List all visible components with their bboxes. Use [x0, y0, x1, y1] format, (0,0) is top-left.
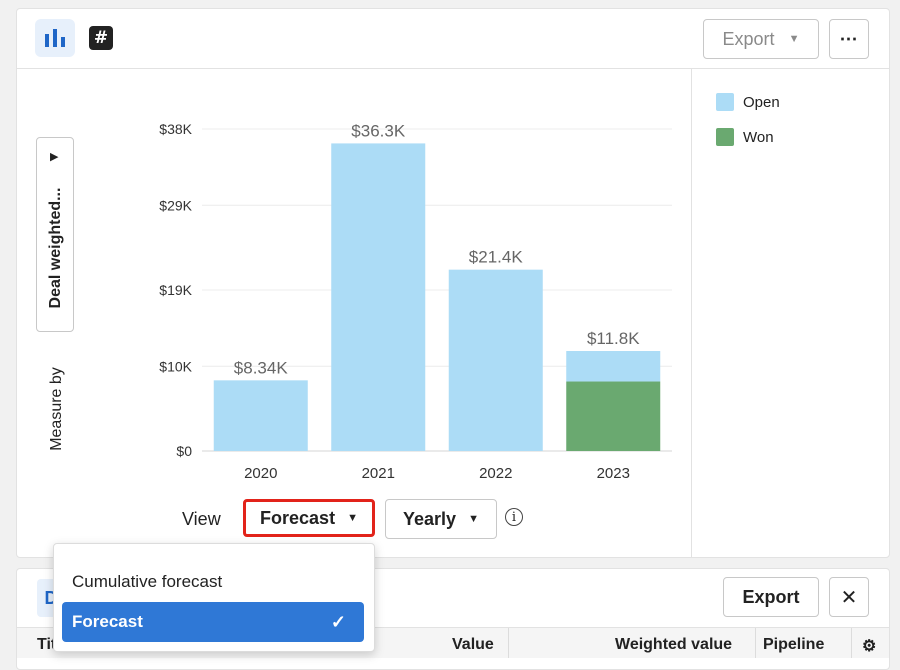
x-tick-label: 2021 [362, 465, 395, 482]
bar-open [213, 380, 308, 451]
collapse-button[interactable]: ✕ [829, 577, 869, 617]
column-divider [755, 628, 756, 658]
bar-open [566, 351, 661, 382]
column-header-pipeline[interactable]: Pipeline [763, 636, 824, 654]
ellipsis-icon: ⋯ [839, 28, 859, 49]
view-mode-dropdown[interactable]: Forecast ▼ [243, 499, 375, 537]
export-button-label: Export [722, 28, 775, 49]
settings-icon[interactable]: ⚙ [862, 636, 876, 656]
legend-item-open[interactable]: Open [716, 93, 780, 111]
period-dropdown[interactable]: Yearly ▼ [385, 499, 497, 539]
chart-card: # Export ▼ ⋯ ▶ Deal weighted... Measure … [16, 8, 890, 558]
legend-swatch-open [716, 93, 734, 111]
bar-total-label: $8.34K [234, 358, 289, 377]
bar-open [331, 143, 426, 451]
column-header-weighted-value[interactable]: Weighted value [615, 636, 732, 654]
y-tick-label: $19K [159, 282, 192, 298]
view-mode-menu: Cumulative forecast Forecast ✓ [53, 543, 375, 652]
bar-total-label: $11.8K [587, 329, 640, 348]
x-tick-label: 2020 [244, 465, 277, 482]
export-table-label: Export [742, 586, 800, 607]
export-button[interactable]: Export ▼ [703, 19, 819, 59]
bar-chart-icon [45, 29, 65, 47]
bar-total-label: $36.3K [351, 121, 406, 140]
menu-item-forecast[interactable]: Forecast ✓ [62, 602, 364, 642]
column-divider [508, 628, 509, 658]
bar-total-label: $21.4K [469, 248, 524, 267]
period-label: Yearly [403, 508, 457, 529]
more-options-button[interactable]: ⋯ [829, 19, 869, 59]
x-tick-label: 2022 [479, 465, 512, 482]
y-tick-label: $10K [159, 358, 192, 374]
legend-panel: Open Won [691, 69, 890, 557]
caret-down-icon: ▼ [347, 512, 358, 524]
y-tick-label: $0 [176, 443, 192, 459]
number-view-button[interactable]: # [81, 19, 121, 57]
bar-won [566, 381, 661, 451]
legend-swatch-won [716, 128, 734, 146]
menu-item-label: Cumulative forecast [72, 572, 223, 591]
x-tick-label: 2023 [597, 465, 630, 482]
y-tick-label: $38K [159, 121, 192, 137]
check-icon: ✓ [330, 611, 346, 632]
bar-open [448, 269, 543, 451]
menu-item-cumulative-forecast[interactable]: Cumulative forecast [62, 562, 364, 602]
chart-toolbar: # Export ▼ ⋯ [17, 9, 889, 69]
bar-chart-view-button[interactable] [35, 19, 75, 57]
view-label: View [182, 509, 221, 529]
hash-icon: # [89, 26, 113, 50]
menu-item-label: Forecast [72, 612, 143, 631]
export-table-button[interactable]: Export [723, 577, 819, 617]
caret-down-icon: ▼ [468, 513, 479, 525]
view-mode-label: Forecast [260, 507, 336, 528]
y-tick-label: $29K [159, 197, 192, 213]
close-icon: ✕ [840, 586, 858, 609]
legend-label-open: Open [743, 93, 780, 111]
legend-item-won[interactable]: Won [716, 128, 774, 146]
column-header-value[interactable]: Value [452, 636, 494, 654]
info-icon[interactable]: i [505, 508, 523, 526]
column-divider [851, 628, 852, 658]
bar-chart: $0 $10K $19K $29K $38K $8.34K 2020 $36.3K 2021 $2… [159, 121, 672, 482]
caret-down-icon: ▼ [788, 33, 800, 45]
legend-label-won: Won [743, 128, 774, 146]
